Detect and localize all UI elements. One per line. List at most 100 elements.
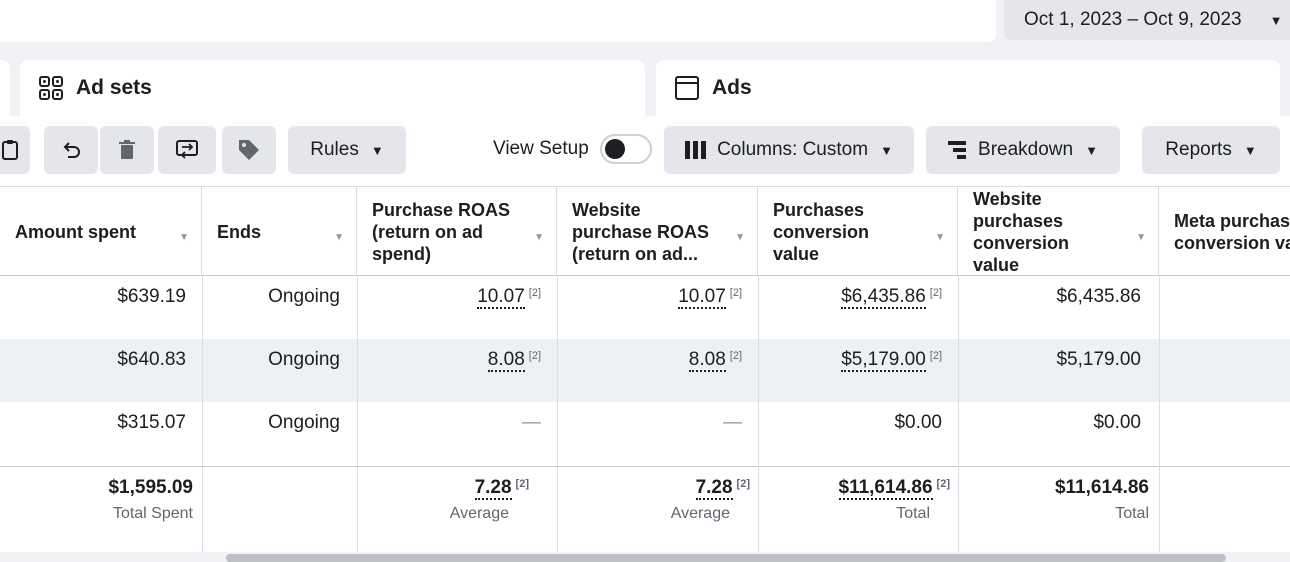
footnote-marker: [2] [528,287,541,299]
footnote-marker: [2] [929,350,942,362]
sort-icon[interactable]: ▼ [935,227,945,249]
ad-window-icon [675,76,699,100]
column-header-purchases-conversion-value[interactable]: Purchases conversion value ▼ [758,187,958,276]
caret-down-icon: ▼ [1243,142,1257,158]
cell-website-purchases-conversion-value: $6,435.86 [1056,286,1141,307]
total-value: $11,614.86 [838,477,933,500]
table-row[interactable]: $640.83 Ongoing 8.08 [2] 8.08 [2] $5,179.0… [0,339,1290,402]
view-setup-toggle[interactable] [600,134,652,164]
cell-purchase-roas[interactable]: 10.07 [2] [357,276,541,339]
view-setup-label: View Setup [493,138,589,159]
cell-amount-spent: $640.83 [117,349,186,370]
tab-ads[interactable]: Ads [656,60,1280,116]
sort-icon[interactable]: ▼ [1136,227,1146,249]
footnote-marker: [2] [929,287,942,299]
total-purchase-roas[interactable]: 7.28 [2] Average [357,477,529,523]
column-header-purchase-roas[interactable]: Purchase ROAS (return on ad spend) ▼ [357,187,557,276]
total-purchases-conversion-value[interactable]: $11,614.86 [2] Total [758,477,950,523]
date-range-picker[interactable]: Oct 1, 2023 – Oct 9, 2023 ▼ [1004,0,1290,40]
total-website-purchase-roas[interactable]: 7.28 [2] Average [557,477,750,523]
toolbar: Rules ▼ View Setup Columns: Custom ▼ Bre… [0,116,1290,186]
column-header-amount-spent[interactable]: Amount spent ▼ [0,187,202,276]
reports-label: Reports [1165,139,1232,160]
breakdown-button[interactable]: Breakdown ▼ [926,126,1120,174]
header-label: Purchase ROAS (return on ad spend) [372,199,511,264]
sort-icon[interactable]: ▼ [735,227,745,249]
footnote-marker: [2] [936,478,950,490]
columns-label: Columns: Custom [717,139,869,160]
total-website-purchases-conversion-value: $11,614.86 Total [958,477,1149,523]
metric-value: 10.07 [678,286,726,309]
duplicate-button[interactable] [0,126,30,174]
column-divider [758,276,759,552]
sort-icon[interactable]: ▼ [534,227,544,249]
cell-website-purchase-roas[interactable]: 8.08 [2] [557,339,742,402]
table-row[interactable]: $315.07 Ongoing — — $0.00 $0.00 [0,402,1290,465]
reports-button[interactable]: Reports ▼ [1142,126,1280,174]
cell-purchase-roas: — [522,412,541,433]
caret-down-icon: ▼ [1085,142,1098,158]
total-caption: Average [670,505,730,522]
caret-down-icon: ▼ [880,142,893,158]
tab-ad-sets-label: Ad sets [76,76,152,99]
cell-purchases-conversion-value[interactable]: $5,179.00 [2] [758,339,942,402]
columns-button[interactable]: Columns: Custom ▼ [664,126,914,174]
cell-amount-spent: $315.07 [117,412,186,433]
total-amount-spent: $1,595.09 Total Spent [0,477,193,523]
header-label: Website purchases conversion value [973,188,1070,275]
toggle-knob [605,139,625,159]
cell-ends: Ongoing [268,286,340,307]
column-header-meta-purchases[interactable]: Meta purchas conversion va [1159,187,1290,276]
cell-ends: Ongoing [268,349,340,370]
footnote-marker: [2] [528,350,541,362]
horizontal-scrollbar[interactable] [226,554,1226,562]
column-header-website-purchases-conversion-value[interactable]: Website purchases conversion value ▼ [958,187,1159,276]
data-table: Amount spent ▼ Ends ▼ Purchase ROAS (retur… [0,186,1290,552]
columns-icon [685,141,707,159]
metric-value: 8.08 [487,349,525,372]
tab-ad-sets[interactable]: Ad sets [20,60,645,116]
cell-ends: Ongoing [268,412,340,433]
cell-website-purchase-roas[interactable]: 10.07 [2] [557,276,742,339]
column-divider [357,276,358,552]
trash-icon [119,140,135,159]
footnote-marker: [2] [736,478,750,490]
undo-button[interactable] [44,126,98,174]
tab-ads-label: Ads [712,76,752,99]
clipboard-icon [2,140,18,160]
rules-label: Rules [310,139,359,160]
total-value: $1,595.09 [108,477,193,498]
tab-campaigns-edge[interactable] [0,60,10,116]
column-divider [557,276,558,552]
total-caption: Total [1115,505,1149,522]
date-range-label: Oct 1, 2023 – Oct 9, 2023 [1024,9,1242,30]
column-header-ends[interactable]: Ends ▼ [202,187,357,276]
table-row[interactable]: $639.19 Ongoing 10.07 [2] 10.07 [2] $6,435… [0,276,1290,339]
undo-icon [63,142,80,158]
sort-icon[interactable]: ▼ [179,227,189,249]
caret-down-icon: ▼ [1269,12,1283,28]
tag-button[interactable] [222,126,276,174]
breakdown-icon [948,141,967,159]
header-label: Purchases conversion value [773,199,870,264]
swap-icon [176,140,198,159]
ab-test-button[interactable] [158,126,216,174]
cell-website-purchase-roas: — [723,412,742,433]
total-value: 7.28 [474,477,512,500]
metric-value: $5,179.00 [841,349,926,372]
total-value: $11,614.86 [1054,477,1149,498]
rules-button[interactable]: Rules ▼ [288,126,406,174]
column-divider [202,276,203,552]
column-divider [958,276,959,552]
column-divider [1159,276,1160,552]
cell-purchase-roas[interactable]: 8.08 [2] [357,339,541,402]
total-caption: Total [896,505,930,522]
table-header: Amount spent ▼ Ends ▼ Purchase ROAS (retur… [0,186,1290,276]
footnote-marker: [2] [515,478,529,490]
column-header-website-purchase-roas[interactable]: Website purchase ROAS (return on ad... ▼ [557,187,758,276]
cell-purchases-conversion-value[interactable]: $6,435.86 [2] [758,276,942,339]
cell-website-purchases-conversion-value: $5,179.00 [1056,349,1141,370]
sort-icon[interactable]: ▼ [334,227,344,249]
total-caption: Average [449,505,509,522]
delete-button[interactable] [100,126,154,174]
